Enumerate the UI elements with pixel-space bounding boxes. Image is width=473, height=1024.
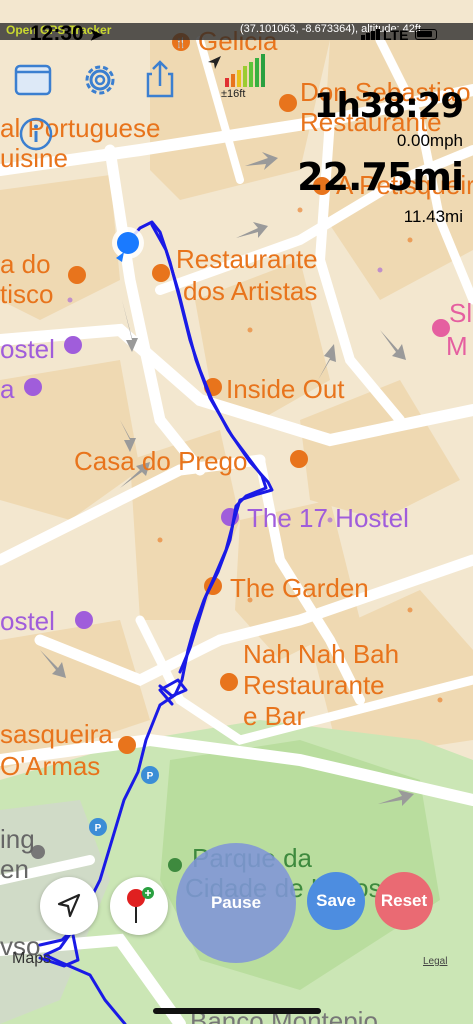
battery-icon — [415, 29, 437, 40]
folder-icon — [14, 64, 52, 96]
add-pin-icon — [127, 887, 154, 923]
map-label: a do — [0, 249, 51, 279]
map-label: Casa do Prego — [74, 446, 247, 476]
map-label: ostel — [0, 334, 55, 364]
legal-link[interactable]: Legal — [423, 956, 447, 967]
navigate-button[interactable] — [40, 877, 98, 935]
map-label: a — [0, 374, 15, 404]
save-button[interactable]: Save — [307, 872, 365, 930]
map-label: O'Armas — [0, 751, 100, 781]
time-text: 12:30 — [30, 22, 84, 45]
location-arrow-icon — [57, 893, 81, 918]
reset-button[interactable]: Reset — [375, 872, 433, 930]
map-label: Sl — [449, 298, 472, 328]
map-label: ing — [0, 824, 35, 854]
map-label: tisco — [0, 279, 53, 309]
network-type: LTE — [383, 27, 409, 43]
map-label: en — [0, 854, 29, 884]
add-pin-button[interactable] — [110, 877, 168, 935]
share-icon — [146, 60, 174, 98]
gps-accuracy-text: ±16ft — [221, 88, 246, 100]
duration-readout: 1h38:29 — [313, 86, 464, 126]
folder-button[interactable] — [14, 60, 54, 98]
speed-readout: 0.00mph — [396, 131, 463, 150]
apple-maps-logo: Maps — [12, 950, 51, 968]
map-label: M — [446, 331, 468, 361]
info-icon — [19, 117, 53, 151]
distance-readout: 22.75mi — [297, 155, 464, 199]
info-button[interactable] — [18, 116, 54, 152]
maps-text: Maps — [12, 950, 52, 967]
map-label: Nah Nah Bah — [243, 639, 399, 669]
home-indicator — [153, 1008, 321, 1014]
location-arrow-status-icon: ➤ — [89, 27, 103, 44]
map-label: Restaurante — [243, 670, 385, 700]
map-label: ostel — [0, 606, 55, 636]
svg-text:P: P — [95, 823, 102, 834]
map-label: Restaurante — [176, 244, 318, 274]
map-label: sasqueira — [0, 719, 113, 749]
svg-text:P: P — [147, 771, 154, 782]
share-button[interactable] — [140, 58, 180, 100]
status-time: 12:30 ➤ — [30, 22, 103, 46]
map-label: The Garden — [230, 573, 369, 603]
map-label: The 17 Hostel — [247, 503, 409, 533]
gear-icon — [85, 65, 115, 95]
map-label: Inside Out — [226, 374, 345, 404]
map-label: dos Artistas — [183, 276, 317, 306]
gps-signal-bars-icon — [208, 54, 265, 87]
map-label: e Bar — [243, 701, 305, 731]
secondary-distance-readout: 11.43mi — [403, 207, 463, 226]
pause-button[interactable]: Pause — [176, 843, 296, 963]
status-bar: Open GPS Tracker 12:30 ➤ (37.101063, -8.… — [0, 0, 473, 45]
settings-button[interactable] — [80, 60, 120, 100]
